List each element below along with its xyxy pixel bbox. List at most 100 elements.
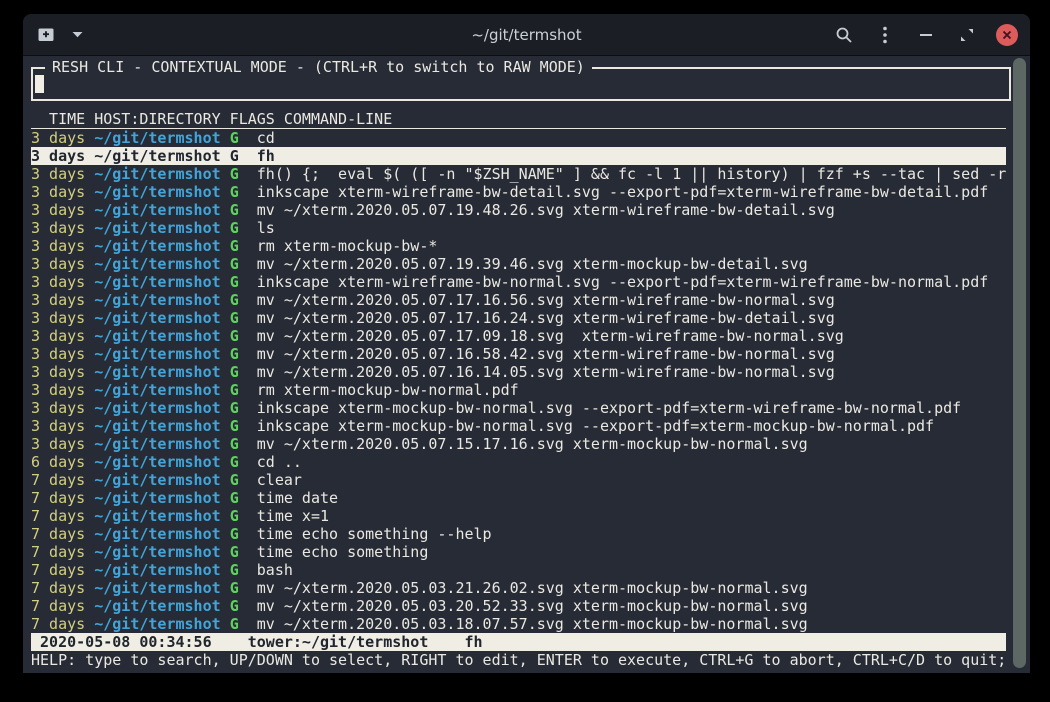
- history-row[interactable]: 7 days ~/git/termshot G mv ~/xterm.2020.…: [31, 615, 1006, 633]
- terminal-viewport[interactable]: RESH CLI - CONTEXTUAL MODE - (CTRL+R to …: [23, 56, 1030, 673]
- history-row[interactable]: 7 days ~/git/termshot G mv ~/xterm.2020.…: [31, 597, 1006, 615]
- row-directory: ~/git/termshot: [94, 237, 220, 255]
- row-flags: G: [230, 417, 239, 435]
- history-row[interactable]: 7 days ~/git/termshot G time x=1: [31, 507, 1006, 525]
- row-flags: G: [230, 381, 239, 399]
- history-row[interactable]: 7 days ~/git/termshot G time echo someth…: [31, 543, 1006, 561]
- row-command: inkscape xterm-wireframe-bw-normal.svg -…: [257, 273, 989, 291]
- history-row[interactable]: 3 days ~/git/termshot G mv ~/xterm.2020.…: [31, 201, 1006, 219]
- row-time: 7 days: [31, 489, 85, 507]
- new-tab-dropdown-button[interactable]: [65, 22, 89, 48]
- row-flags: G: [230, 363, 239, 381]
- row-flags: G: [230, 579, 239, 597]
- row-time: 3 days: [31, 165, 85, 183]
- row-command: mv ~/xterm.2020.05.07.17.16.24.svg xterm…: [257, 309, 835, 327]
- row-directory: ~/git/termshot: [94, 363, 220, 381]
- history-row[interactable]: 3 days ~/git/termshot G ls: [31, 219, 1006, 237]
- row-flags: G: [230, 345, 239, 363]
- row-flags: G: [230, 219, 239, 237]
- row-command: mv ~/xterm.2020.05.03.18.07.57.svg xterm…: [257, 615, 808, 633]
- history-row[interactable]: 3 days ~/git/termshot G rm xterm-mockup-…: [31, 381, 1006, 399]
- row-flags: G: [230, 147, 239, 165]
- history-row[interactable]: 3 days ~/git/termshot G fh() {; eval $( …: [31, 165, 1006, 183]
- row-flags: G: [230, 525, 239, 543]
- search-button[interactable]: [832, 22, 856, 48]
- titlebar[interactable]: ~/git/termshot: [23, 14, 1030, 56]
- history-row[interactable]: 3 days ~/git/termshot G fh: [31, 147, 1006, 165]
- row-command: mv ~/xterm.2020.05.03.21.26.02.svg xterm…: [257, 579, 808, 597]
- help-line: HELP: type to search, UP/DOWN to select,…: [31, 651, 1030, 669]
- row-directory: ~/git/termshot: [94, 291, 220, 309]
- history-row[interactable]: 3 days ~/git/termshot G mv ~/xterm.2020.…: [31, 291, 1006, 309]
- row-command: mv ~/xterm.2020.05.07.17.09.18.svg xterm…: [257, 327, 844, 345]
- history-row[interactable]: 7 days ~/git/termshot G bash: [31, 561, 1006, 579]
- row-command: mv ~/xterm.2020.05.07.17.16.56.svg xterm…: [257, 291, 835, 309]
- new-tab-button[interactable]: [35, 22, 59, 48]
- row-command: inkscape xterm-mockup-bw-normal.svg --ex…: [257, 417, 934, 435]
- row-directory: ~/git/termshot: [94, 435, 220, 453]
- chevron-down-icon: [72, 31, 83, 38]
- row-flags: G: [230, 309, 239, 327]
- row-directory: ~/git/termshot: [94, 615, 220, 633]
- new-tab-icon: [37, 26, 57, 43]
- history-row[interactable]: 6 days ~/git/termshot G cd ..: [31, 453, 1006, 471]
- history-row[interactable]: 7 days ~/git/termshot G clear: [31, 471, 1006, 489]
- row-command: fh() {; eval $( ([ -n "$ZSH_NAME" ] && f…: [257, 165, 1006, 183]
- history-row[interactable]: 3 days ~/git/termshot G mv ~/xterm.2020.…: [31, 363, 1006, 381]
- row-time: 3 days: [31, 273, 85, 291]
- history-row[interactable]: 3 days ~/git/termshot G mv ~/xterm.2020.…: [31, 327, 1006, 345]
- row-command: mv ~/xterm.2020.05.07.16.58.42.svg xterm…: [257, 345, 835, 363]
- history-row[interactable]: 3 days ~/git/termshot G inkscape xterm-m…: [31, 399, 1006, 417]
- history-row[interactable]: 3 days ~/git/termshot G inkscape xterm-w…: [31, 273, 1006, 291]
- row-time: 3 days: [31, 327, 85, 345]
- row-command: cd ..: [257, 453, 302, 471]
- row-directory: ~/git/termshot: [94, 525, 220, 543]
- row-directory: ~/git/termshot: [94, 597, 220, 615]
- history-row[interactable]: 3 days ~/git/termshot G rm xterm-mockup-…: [31, 237, 1006, 255]
- row-flags: G: [230, 471, 239, 489]
- row-command: time x=1: [257, 507, 329, 525]
- row-time: 7 days: [31, 525, 85, 543]
- restore-button[interactable]: [955, 22, 979, 48]
- row-directory: ~/git/termshot: [94, 129, 220, 147]
- history-row[interactable]: 7 days ~/git/termshot G time date: [31, 489, 1006, 507]
- row-time: 3 days: [31, 417, 85, 435]
- row-time: 3 days: [31, 309, 85, 327]
- history-row[interactable]: 3 days ~/git/termshot G inkscape xterm-w…: [31, 183, 1006, 201]
- row-directory: ~/git/termshot: [94, 147, 220, 165]
- row-flags: G: [230, 507, 239, 525]
- row-directory: ~/git/termshot: [94, 417, 220, 435]
- row-command: time echo something: [257, 543, 429, 561]
- row-directory: ~/git/termshot: [94, 165, 220, 183]
- scrollbar-thumb[interactable]: [1013, 58, 1026, 668]
- row-command: clear: [257, 471, 302, 489]
- row-time: 3 days: [31, 201, 85, 219]
- history-row[interactable]: 3 days ~/git/termshot G inkscape xterm-m…: [31, 417, 1006, 435]
- row-flags: G: [230, 597, 239, 615]
- row-command: bash: [257, 561, 293, 579]
- menu-button[interactable]: [873, 22, 897, 48]
- row-directory: ~/git/termshot: [94, 309, 220, 327]
- history-row[interactable]: 3 days ~/git/termshot G cd: [31, 129, 1006, 147]
- history-row[interactable]: 7 days ~/git/termshot G mv ~/xterm.2020.…: [31, 579, 1006, 597]
- row-flags: G: [230, 129, 239, 147]
- search-input[interactable]: RESH CLI - CONTEXTUAL MODE - (CTRL+R to …: [31, 67, 1011, 101]
- row-time: 3 days: [31, 129, 85, 147]
- row-flags: G: [230, 489, 239, 507]
- history-row[interactable]: 7 days ~/git/termshot G time echo someth…: [31, 525, 1006, 543]
- history-row[interactable]: 3 days ~/git/termshot G mv ~/xterm.2020.…: [31, 255, 1006, 273]
- row-command: mv ~/xterm.2020.05.07.19.39.46.svg xterm…: [257, 255, 808, 273]
- minimize-button[interactable]: [914, 22, 938, 48]
- text-cursor: [35, 75, 44, 93]
- history-row[interactable]: 3 days ~/git/termshot G mv ~/xterm.2020.…: [31, 435, 1006, 453]
- row-time: 7 days: [31, 561, 85, 579]
- row-command: mv ~/xterm.2020.05.07.15.17.16.svg xterm…: [257, 435, 808, 453]
- row-command: mv ~/xterm.2020.05.07.19.48.26.svg xterm…: [257, 201, 835, 219]
- history-row[interactable]: 3 days ~/git/termshot G mv ~/xterm.2020.…: [31, 345, 1006, 363]
- row-command: rm xterm-mockup-bw-normal.pdf: [257, 381, 519, 399]
- row-command: time date: [257, 489, 338, 507]
- history-row[interactable]: 3 days ~/git/termshot G mv ~/xterm.2020.…: [31, 309, 1006, 327]
- terminal-window: ~/git/termshot: [23, 14, 1030, 674]
- row-directory: ~/git/termshot: [94, 399, 220, 417]
- close-button[interactable]: [996, 24, 1018, 46]
